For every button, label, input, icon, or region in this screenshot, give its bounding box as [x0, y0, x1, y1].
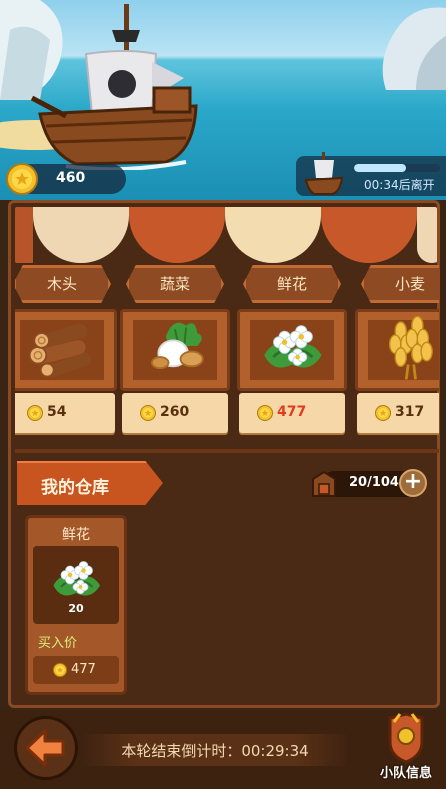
stall-name: 小麦 — [394, 275, 425, 293]
item-quantity: 20 — [68, 602, 84, 615]
coin-icon — [140, 405, 156, 421]
buy-price-value: 477 — [71, 662, 96, 677]
harbor-scene: 460 00:34后离开 — [0, 0, 446, 200]
back-button[interactable] — [14, 716, 78, 780]
market-stalls: 木头 54 蔬菜 260 鲜花 477 小麦 317 — [15, 265, 439, 445]
coin-icon — [257, 405, 273, 421]
warehouse-title: 我的仓库 — [17, 461, 163, 505]
warehouse-box-icon — [312, 470, 336, 497]
coin-icon — [6, 163, 38, 195]
pirate-ship-icon[interactable] — [26, 2, 216, 170]
market-awning — [15, 207, 437, 263]
ship-icon — [304, 152, 344, 195]
capacity-text: 20/104 — [349, 475, 399, 490]
stall-price: 54 — [47, 404, 67, 420]
departure-progress-fill — [354, 164, 406, 172]
warehouse-item-card[interactable]: 鲜花 20 买入价 477 — [25, 515, 127, 695]
countdown-text: 本轮结束倒计时：00:29:34 — [121, 742, 309, 760]
stall-name: 蔬菜 — [159, 275, 190, 293]
coin-icon — [53, 663, 67, 677]
price-tag: 317 — [357, 393, 439, 433]
item-name: 鲜花 — [62, 527, 90, 543]
vegetable-icon — [138, 309, 212, 383]
stall-flower[interactable]: 鲜花 477 — [237, 265, 347, 445]
departure-progress-bar — [354, 164, 440, 172]
expand-capacity-button[interactable]: + — [399, 469, 427, 497]
wheat-icon — [373, 309, 439, 383]
flower-icon — [46, 548, 106, 608]
bottom-bar: 本轮结束倒计时：00:29:34 小队信息 — [0, 710, 446, 789]
price-tag: 260 — [122, 393, 228, 433]
back-arrow-icon — [25, 729, 65, 767]
team-info-button[interactable]: 小队信息 — [372, 712, 440, 784]
buy-price-box: 477 — [33, 656, 119, 684]
warehouse-capacity: 20/104 + — [311, 469, 427, 499]
stall-name: 鲜花 — [276, 275, 307, 293]
price-tag: 477 — [239, 393, 345, 433]
ship-departure-timer: 00:34后离开 — [296, 152, 446, 196]
divider — [15, 449, 439, 453]
price-tag: 54 — [15, 393, 115, 433]
buy-price-label: 买入价 — [38, 636, 78, 651]
stall-wood[interactable]: 木头 54 — [15, 265, 117, 445]
cliff-right-decoration — [382, 7, 446, 90]
flower-icon — [255, 309, 329, 383]
stall-vegetable[interactable]: 蔬菜 260 — [120, 265, 230, 445]
stall-price: 260 — [160, 404, 190, 420]
stall-wheat[interactable]: 小麦 317 — [355, 265, 439, 445]
game-screen: 460 00:34后离开 木头 54 蔬菜 260 鲜花 477 小麦 317 … — [0, 0, 446, 789]
coin-icon — [27, 405, 43, 421]
team-shield-icon — [388, 712, 424, 764]
coin-balance: 460 — [6, 164, 126, 194]
market-panel: 木头 54 蔬菜 260 鲜花 477 小麦 317 我的仓库 20/104 +… — [8, 200, 440, 708]
coin-icon — [375, 405, 391, 421]
stall-name: 木头 — [46, 275, 77, 293]
wood-logs-icon — [25, 309, 99, 383]
coin-amount: 460 — [56, 170, 86, 186]
team-info-label: 小队信息 — [379, 766, 432, 781]
departure-text: 00:34后离开 — [364, 178, 435, 192]
stall-price: 317 — [395, 404, 425, 420]
round-countdown: 本轮结束倒计时：00:29:34 — [80, 734, 350, 766]
stall-price: 477 — [277, 404, 307, 420]
warehouse-title-text: 我的仓库 — [41, 478, 109, 498]
